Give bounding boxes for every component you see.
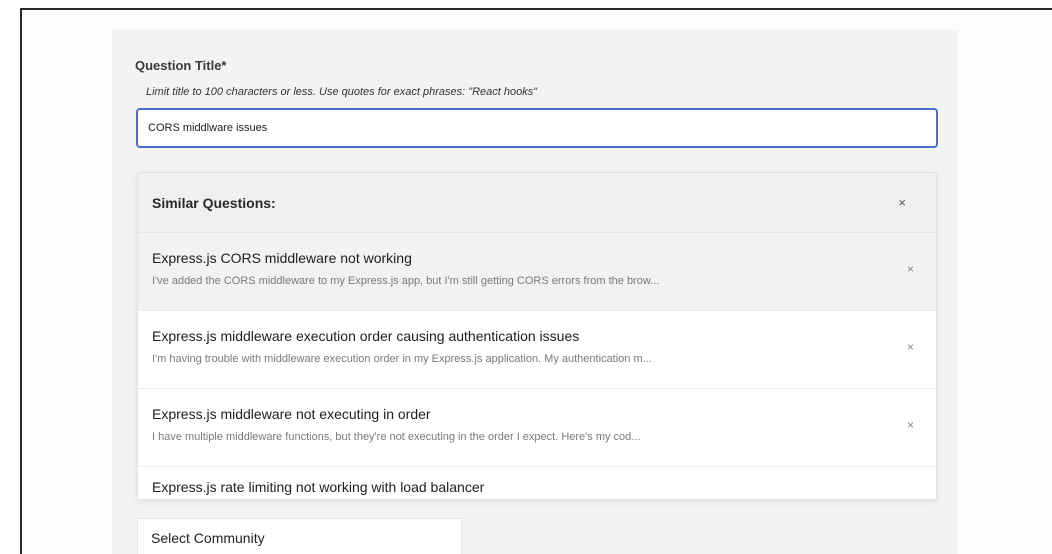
similar-question-title[interactable]: Express.js rate limiting not working wit… xyxy=(152,479,484,495)
question-title-input[interactable] xyxy=(136,108,938,148)
similar-questions-header: Similar Questions: × xyxy=(138,173,936,233)
dismiss-question-icon[interactable]: × xyxy=(907,263,914,275)
question-title-hint: Limit title to 100 characters or less. U… xyxy=(146,86,538,98)
similar-question-item[interactable]: Express.js rate limiting not working wit… xyxy=(138,467,936,499)
select-community-label: Select Community xyxy=(151,530,265,546)
select-community-dropdown[interactable]: Select Community xyxy=(137,518,462,554)
similar-question-item[interactable]: Express.js CORS middleware not working I… xyxy=(138,233,936,311)
similar-question-item[interactable]: Express.js middleware execution order ca… xyxy=(138,311,936,389)
dismiss-question-icon[interactable]: × xyxy=(907,341,914,353)
similar-question-excerpt: I have multiple middleware functions, bu… xyxy=(152,431,641,443)
similar-question-title[interactable]: Express.js CORS middleware not working xyxy=(152,250,412,266)
close-similar-icon[interactable]: × xyxy=(898,196,906,209)
similar-questions-title: Similar Questions: xyxy=(152,195,276,211)
similar-question-title[interactable]: Express.js middleware not executing in o… xyxy=(152,406,431,422)
similar-question-excerpt: I've added the CORS middleware to my Exp… xyxy=(152,275,660,287)
similar-question-title[interactable]: Express.js middleware execution order ca… xyxy=(152,328,579,344)
dismiss-question-icon[interactable]: × xyxy=(907,419,914,431)
similar-question-item[interactable]: Express.js middleware not executing in o… xyxy=(138,389,936,467)
question-title-label: Question Title* xyxy=(135,58,227,73)
similar-questions-panel: Similar Questions: × Express.js CORS mid… xyxy=(137,172,937,500)
similar-question-excerpt: I'm having trouble with middleware execu… xyxy=(152,353,652,365)
